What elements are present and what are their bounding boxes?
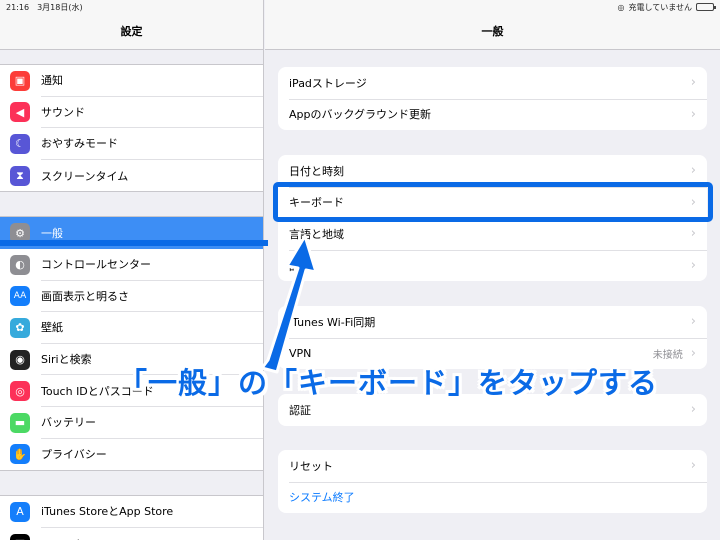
instruction-caption: 「一般」の「キーボード」をタップする xyxy=(118,366,659,400)
status-bar: 21:16 3月18日(水) ◎ 充電していません xyxy=(0,0,720,14)
pointer-arrow-icon xyxy=(260,234,318,374)
charging-status: 充電していません xyxy=(628,2,692,12)
battery-icon xyxy=(696,3,716,11)
status-date: 3月18日(水) xyxy=(37,2,83,12)
lock-rotation-icon: ◎ xyxy=(617,2,625,12)
status-time: 21:16 xyxy=(6,2,30,12)
status-right: ◎ 充電していません xyxy=(617,2,716,13)
